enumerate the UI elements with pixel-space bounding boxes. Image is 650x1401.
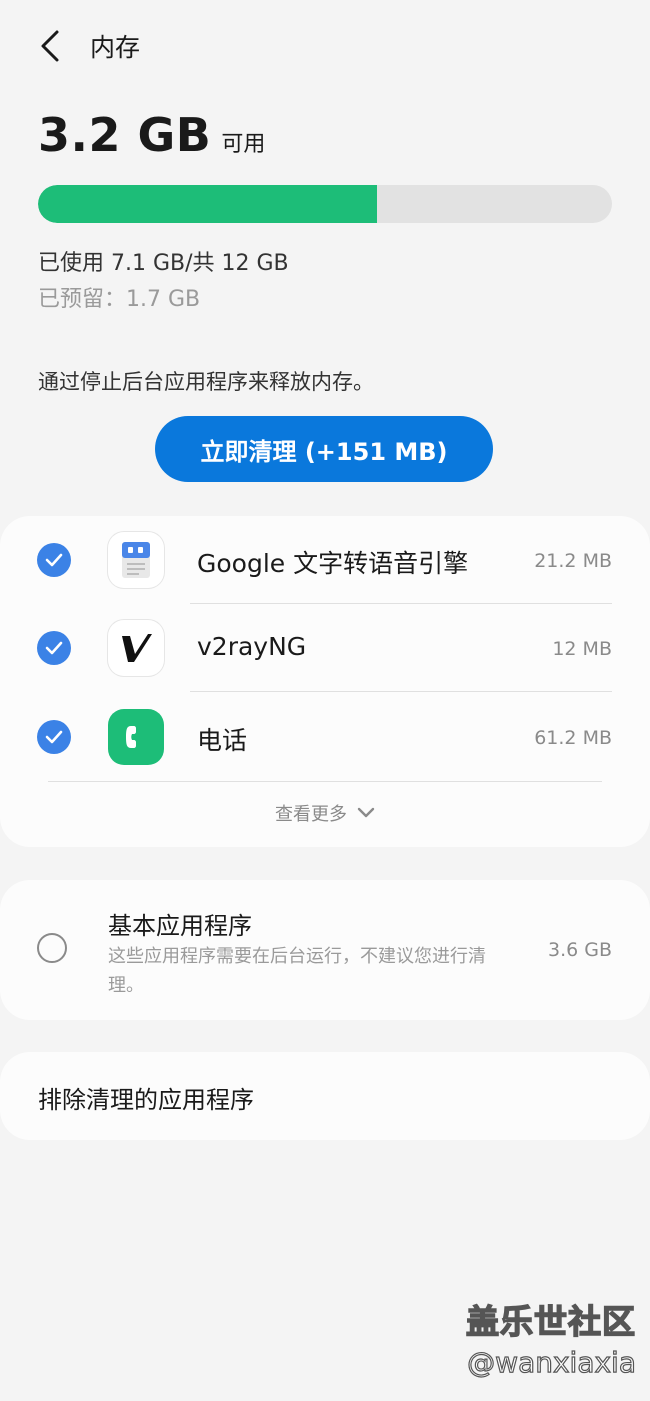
app-list-card: Google 文字转语音引擎 21.2 MB v2rayNG 12 MB 电话 …	[0, 516, 650, 847]
phone-icon	[108, 709, 164, 765]
app-name: Google 文字转语音引擎	[197, 549, 469, 578]
basic-apps-title: 基本应用程序	[108, 912, 252, 940]
clean-now-button[interactable]: 立即清理 (+151 MB)	[155, 416, 493, 482]
memory-usage-bar	[38, 185, 612, 223]
available-memory: 3.2 GB 可用	[38, 108, 265, 162]
basic-apps-description: 这些应用程序需要在后台运行，不建议您进行清理。	[108, 946, 486, 996]
available-label: 可用	[221, 132, 266, 157]
used-memory-text: 已使用 7.1 GB/共 12 GB	[38, 251, 289, 276]
v2rayng-icon	[108, 620, 164, 676]
header: 内存	[0, 0, 650, 90]
app-checkbox-google-tts[interactable]	[37, 543, 71, 577]
see-more-label: 查看更多	[275, 804, 347, 825]
watermark-community: 盖乐世社区	[465, 1301, 636, 1342]
basic-apps-size: 3.6 GB	[547, 939, 612, 961]
clean-description: 通过停止后台应用程序来释放内存。	[38, 370, 374, 394]
chevron-left-icon	[41, 30, 59, 62]
back-button[interactable]	[30, 24, 70, 68]
app-checkbox-phone[interactable]	[37, 720, 71, 754]
app-row-google-tts[interactable]: Google 文字转语音引擎 21.2 MB	[0, 516, 650, 604]
basic-apps-checkbox[interactable]	[37, 933, 67, 963]
page-title: 内存	[90, 33, 141, 62]
check-icon	[45, 553, 63, 567]
app-name: 电话	[197, 726, 248, 755]
check-icon	[45, 730, 63, 744]
google-tts-icon	[108, 532, 164, 588]
app-name: v2rayNG	[197, 632, 307, 661]
app-size: 61.2 MB	[534, 727, 612, 749]
excluded-apps-label: 排除清理的应用程序	[38, 1086, 254, 1114]
available-value: 3.2 GB	[38, 108, 212, 162]
excluded-apps-card[interactable]: 排除清理的应用程序	[0, 1052, 650, 1140]
reserved-memory-text: 已预留：1.7 GB	[38, 287, 201, 312]
check-icon	[45, 641, 63, 655]
divider	[48, 781, 602, 782]
basic-apps-card[interactable]: 基本应用程序 这些应用程序需要在后台运行，不建议您进行清理。 3.6 GB	[0, 880, 650, 1020]
app-size: 12 MB	[552, 638, 612, 660]
memory-usage-fill	[38, 185, 377, 223]
app-checkbox-v2rayng[interactable]	[37, 631, 71, 665]
watermark-handle: @wanxiaxia	[467, 1345, 637, 1379]
chevron-down-icon	[357, 807, 375, 818]
app-row-v2rayng[interactable]: v2rayNG 12 MB	[0, 604, 650, 692]
app-row-phone[interactable]: 电话 61.2 MB	[0, 692, 650, 780]
app-size: 21.2 MB	[534, 550, 612, 572]
see-more-button[interactable]: 查看更多	[0, 800, 650, 826]
